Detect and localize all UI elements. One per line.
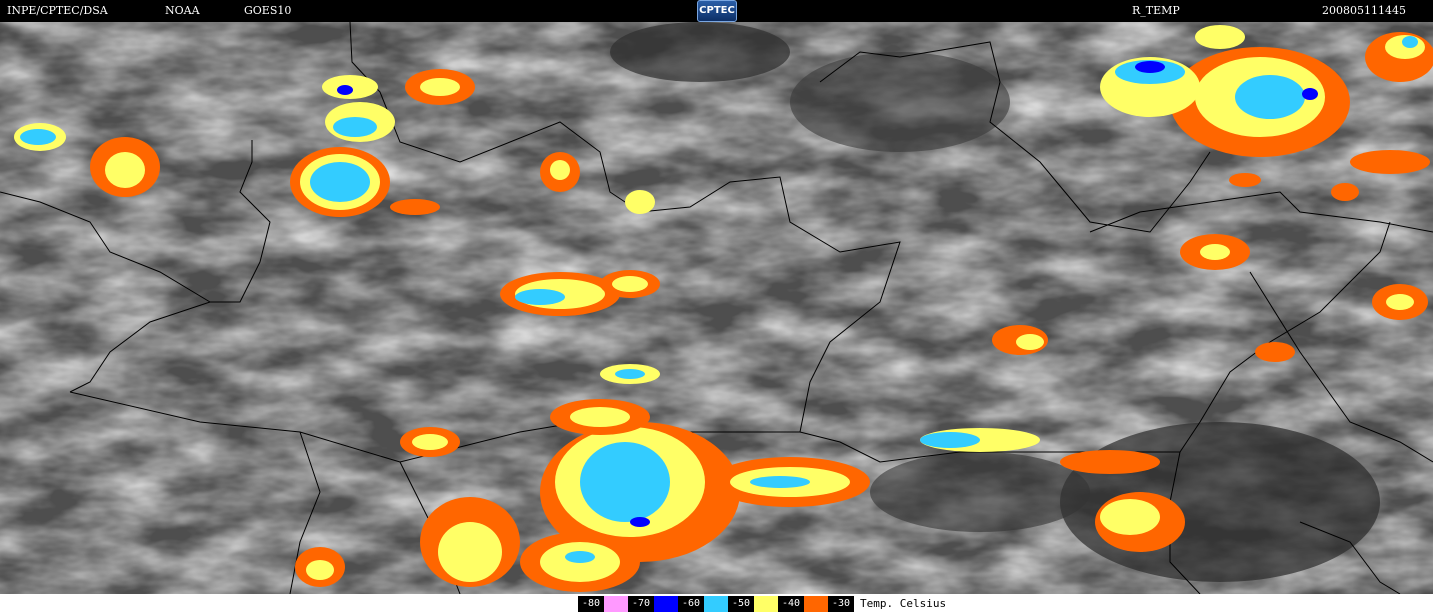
cluster-cold-60 [20,129,56,145]
cluster-cold-50 [105,152,145,188]
cluster-cold-70 [630,517,650,527]
legend-swatch [754,596,778,612]
agency-label: NOAA [165,4,200,17]
timestamp-label: 200805111445 [1322,4,1406,17]
cluster-cold-50 [1100,499,1160,535]
cluster-cold-50 [612,276,648,292]
cluster-cold-70 [337,85,353,95]
clear-sky-region [790,52,1010,152]
cluster-cold-40 [1255,342,1295,362]
temperature-legend: -80 -70 -60 -50 -40 -30 Temp. Celsius [0,594,1433,614]
cluster-cold-70 [1135,61,1165,73]
cptec-logo: CPTEC [697,0,737,22]
image-header: INPE/CPTEC/DSA NOAA GOES10 CPTEC R_TEMP … [0,0,1433,22]
cluster-cold-50 [550,160,570,180]
cluster-cold-50 [1195,25,1245,49]
cluster-cold-40 [1060,450,1160,474]
cluster-cold-60 [1235,75,1305,119]
satellite-label: GOES10 [244,4,292,17]
cluster-cold-50 [420,78,460,96]
legend-label: -70 [628,596,654,612]
legend-scale: -80 -70 -60 -50 -40 -30 [578,596,854,612]
map-canvas [0,22,1433,594]
cluster-cold-50 [306,560,334,580]
cluster-cold-40 [390,199,440,215]
logo-text: CPTEC [699,5,735,16]
legend-swatch [804,596,828,612]
product-label: R_TEMP [1132,4,1180,17]
cluster-cold-40 [1350,150,1430,174]
source-label: INPE/CPTEC/DSA [7,4,108,17]
cluster-cold-50 [412,434,448,450]
cluster-cold-40 [1229,173,1261,187]
cluster-cold-60 [580,442,670,522]
legend-unit-label: Temp. Celsius [860,597,947,610]
cluster-cold-50 [1016,334,1044,350]
cluster-cold-60 [615,369,645,379]
cluster-cold-50 [1200,244,1230,260]
cluster-cold-60 [310,162,370,202]
cluster-cold-60 [515,289,565,305]
cluster-cold-50 [438,522,502,582]
legend-swatch [654,596,678,612]
cluster-cold-60 [1402,36,1418,48]
legend-label: -50 [728,596,754,612]
satellite-map [0,22,1433,594]
legend-label: -80 [578,596,604,612]
cluster-cold-60 [333,117,377,137]
cluster-cold-40 [1331,183,1359,201]
cluster-cold-50 [1386,294,1414,310]
cluster-cold-50 [625,190,655,214]
clear-sky-region [870,452,1090,532]
cluster-cold-60 [565,551,595,563]
cluster-cold-60 [920,432,980,448]
legend-label: -60 [678,596,704,612]
legend-label: -30 [828,596,854,612]
cluster-cold-60 [750,476,810,488]
legend-swatch [604,596,628,612]
cluster-cold-70 [1302,88,1318,100]
legend-label: -40 [778,596,804,612]
clear-sky-region [610,22,790,82]
legend-swatch [704,596,728,612]
cluster-cold-50 [570,407,630,427]
